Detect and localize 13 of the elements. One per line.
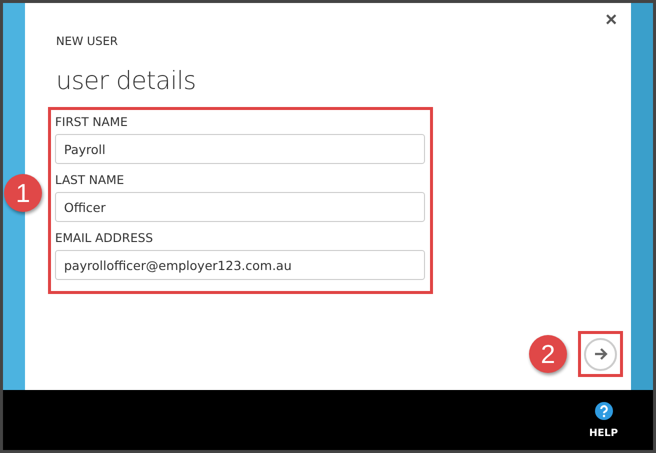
arrow-right-icon [594,348,608,360]
field-label: LAST NAME [55,173,126,187]
next-button[interactable] [584,338,617,370]
input-field[interactable]: Payroll [55,134,425,164]
input-field[interactable]: payrollofficer@employer123.com.au [55,250,425,280]
help-button[interactable]: HELP [589,402,618,450]
close-button[interactable]: × [605,9,617,32]
field-label: EMAIL ADDRESS [55,231,154,245]
help-icon [594,402,613,420]
dialog-title: user details [56,66,197,95]
dialog-overline: NEW USER [56,34,119,48]
input-field[interactable]: Officer [55,192,425,222]
field-label: FIRST NAME [55,115,129,129]
